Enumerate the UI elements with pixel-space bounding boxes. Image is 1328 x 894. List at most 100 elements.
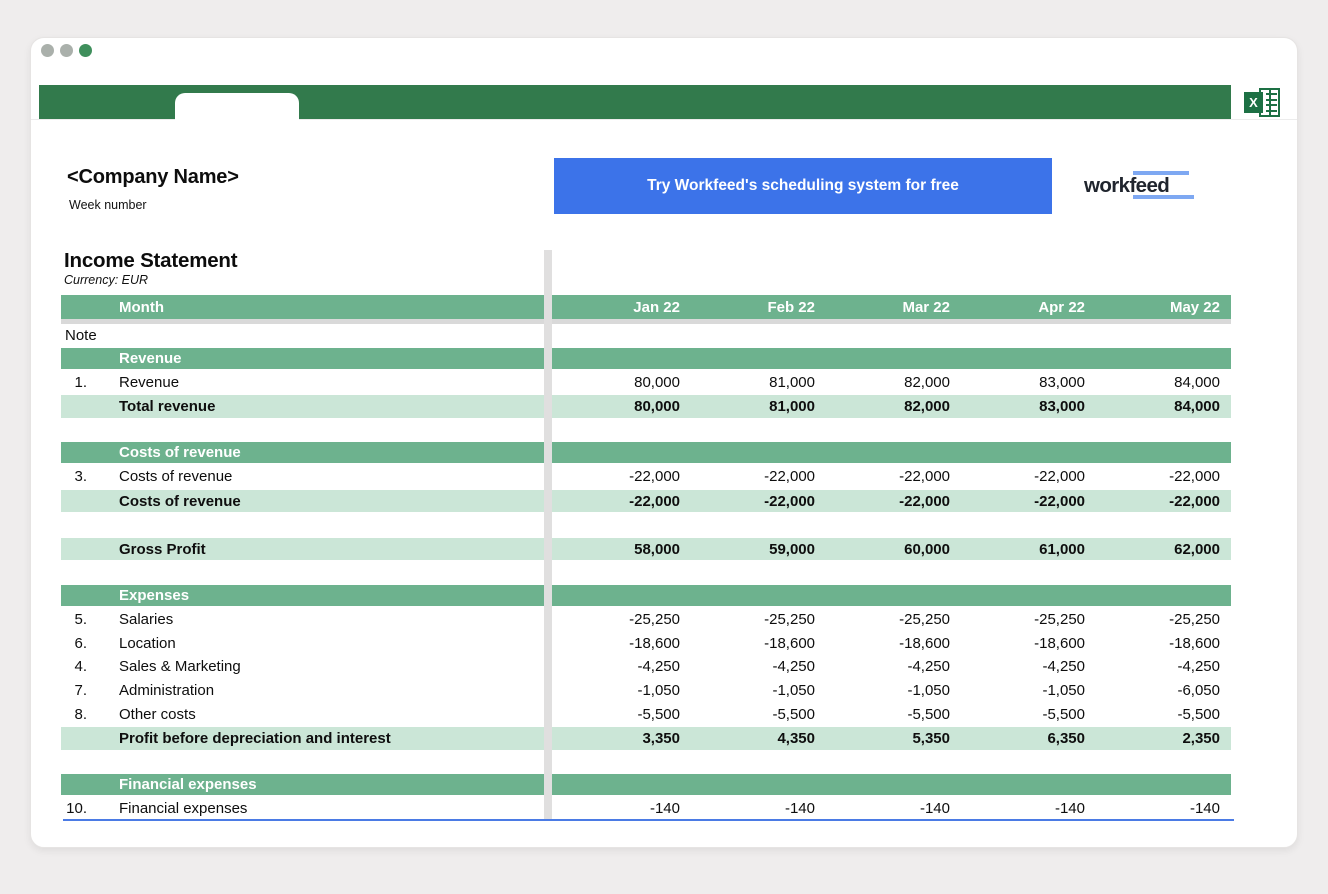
row-value: 58,000 <box>556 541 691 558</box>
week-number-label: Week number <box>69 198 147 212</box>
logo-bar-bottom-icon <box>1133 195 1194 199</box>
row-value: 2,350 <box>1096 730 1231 747</box>
row-value: -22,000 <box>961 493 1096 510</box>
row-value: -140 <box>691 800 826 817</box>
row-value: May 22 <box>1096 299 1231 316</box>
row-value: 84,000 <box>1096 398 1231 415</box>
cta-button[interactable]: Try Workfeed's scheduling system for fre… <box>554 158 1052 214</box>
table-row-financial-expenses: 10.Financial expenses-140-140-140-140-14… <box>61 797 1231 821</box>
row-value: -5,500 <box>1096 706 1231 723</box>
row-label: Revenue <box>119 350 556 367</box>
table-row-location: 6.Location-18,600-18,600-18,600-18,600-1… <box>61 632 1231 656</box>
row-value: -22,000 <box>556 468 691 485</box>
browser-tab[interactable] <box>175 93 299 124</box>
row-value: -18,600 <box>1096 635 1231 652</box>
row-value: -4,250 <box>961 658 1096 675</box>
income-statement-table: MonthJan 22Feb 22Mar 22Apr 22May 22 Note R… <box>61 295 1231 821</box>
row-value: 81,000 <box>691 398 826 415</box>
row-value: 3,350 <box>556 730 691 747</box>
row-value: 6,350 <box>961 730 1096 747</box>
logo-bar-top-icon <box>1133 171 1189 175</box>
row-value: -25,250 <box>1096 611 1231 628</box>
row-number: 1. <box>61 374 119 391</box>
row-value: -22,000 <box>826 468 961 485</box>
row-value: -22,000 <box>691 468 826 485</box>
row-value: -6,050 <box>1096 682 1231 699</box>
statement-title: Income Statement <box>64 249 237 273</box>
row-value: -5,500 <box>691 706 826 723</box>
table-row-revenue: 1.Revenue80,00081,00082,00083,00084,000 <box>61 371 1231 395</box>
row-number: 10. <box>61 800 119 817</box>
excel-icon: X <box>1244 88 1280 117</box>
row-value: -18,600 <box>826 635 961 652</box>
table-row-costs-of-revenue: 3.Costs of revenue-22,000-22,000-22,000-… <box>61 465 1231 489</box>
row-value: 5,350 <box>826 730 961 747</box>
row-value: -4,250 <box>1096 658 1231 675</box>
table-row-spacer <box>61 418 1231 443</box>
row-value: 59,000 <box>691 541 826 558</box>
workfeed-logo[interactable]: workfeed <box>1084 175 1196 201</box>
table-row-spacer <box>61 512 1231 537</box>
row-value: Jan 22 <box>556 299 691 316</box>
row-label: Profit before depreciation and interest <box>119 730 556 747</box>
row-label: Gross Profit <box>119 541 556 558</box>
logo-text: workfeed <box>1084 174 1169 197</box>
row-value: -1,050 <box>691 682 826 699</box>
company-name: <Company Name> <box>67 166 239 189</box>
row-value: 62,000 <box>1096 541 1231 558</box>
row-label: Costs of revenue <box>119 493 556 510</box>
row-value: -140 <box>961 800 1096 817</box>
row-value: Apr 22 <box>961 299 1096 316</box>
window-titlebar <box>31 38 1297 78</box>
table-row-revenue: Revenue <box>61 348 1231 371</box>
table-row-expenses: Expenses <box>61 585 1231 608</box>
row-value: -18,600 <box>961 635 1096 652</box>
row-value: -4,250 <box>556 658 691 675</box>
bottom-selection-line <box>63 819 1234 821</box>
row-value: -18,600 <box>691 635 826 652</box>
row-label: Location <box>119 635 556 652</box>
row-value: 60,000 <box>826 541 961 558</box>
row-value: -25,250 <box>556 611 691 628</box>
table-row-financial-expenses: Financial expenses <box>61 774 1231 797</box>
window-control-dot-2[interactable] <box>60 44 73 57</box>
row-label: Costs of revenue <box>119 444 556 461</box>
table-row-costs-of-revenue: Costs of revenue <box>61 442 1231 465</box>
table-row-month: MonthJan 22Feb 22Mar 22Apr 22May 22 <box>61 295 1231 319</box>
row-label: Administration <box>119 682 556 699</box>
row-value: -1,050 <box>556 682 691 699</box>
window-control-dot-1[interactable] <box>41 44 54 57</box>
row-value: 4,350 <box>691 730 826 747</box>
row-value: -22,000 <box>1096 468 1231 485</box>
row-number: 8. <box>61 706 119 723</box>
row-value: 83,000 <box>961 398 1096 415</box>
row-label: Salaries <box>119 611 556 628</box>
row-label: Sales & Marketing <box>119 658 556 675</box>
row-value: 84,000 <box>1096 374 1231 391</box>
row-value: Mar 22 <box>826 299 961 316</box>
table-row-profit-before-depreciation-and-interest: Profit before depreciation and interest3… <box>61 726 1231 750</box>
note-label: Note <box>61 327 1231 344</box>
row-value: -18,600 <box>556 635 691 652</box>
table-row-total-revenue: Total revenue80,00081,00082,00083,00084,… <box>61 394 1231 418</box>
row-value: -22,000 <box>1096 493 1231 510</box>
row-value: -1,050 <box>826 682 961 699</box>
row-value: 61,000 <box>961 541 1096 558</box>
row-value: 80,000 <box>556 374 691 391</box>
table-row-other-costs: 8.Other costs-5,500-5,500-5,500-5,500-5,… <box>61 702 1231 726</box>
row-number: 5. <box>61 611 119 628</box>
row-label: Financial expenses <box>119 800 556 817</box>
row-label: Month <box>119 299 556 316</box>
page-background: { "window": { "dots": ["gray", "gray", "… <box>0 0 1328 894</box>
row-value: -140 <box>556 800 691 817</box>
row-value: -5,500 <box>556 706 691 723</box>
window-control-dot-3[interactable] <box>79 44 92 57</box>
row-value: -4,250 <box>691 658 826 675</box>
table-row-gross-profit: Gross Profit58,00059,00060,00061,00062,0… <box>61 537 1231 561</box>
row-value: -4,250 <box>826 658 961 675</box>
excel-x-glyph: X <box>1244 92 1263 113</box>
table-row-salaries: 5.Salaries-25,250-25,250-25,250-25,250-2… <box>61 608 1231 632</box>
table-row-note: Note <box>61 324 1231 348</box>
app-window: X <Company Name> Week number Try Workfee… <box>30 37 1298 848</box>
row-label: Revenue <box>119 374 556 391</box>
